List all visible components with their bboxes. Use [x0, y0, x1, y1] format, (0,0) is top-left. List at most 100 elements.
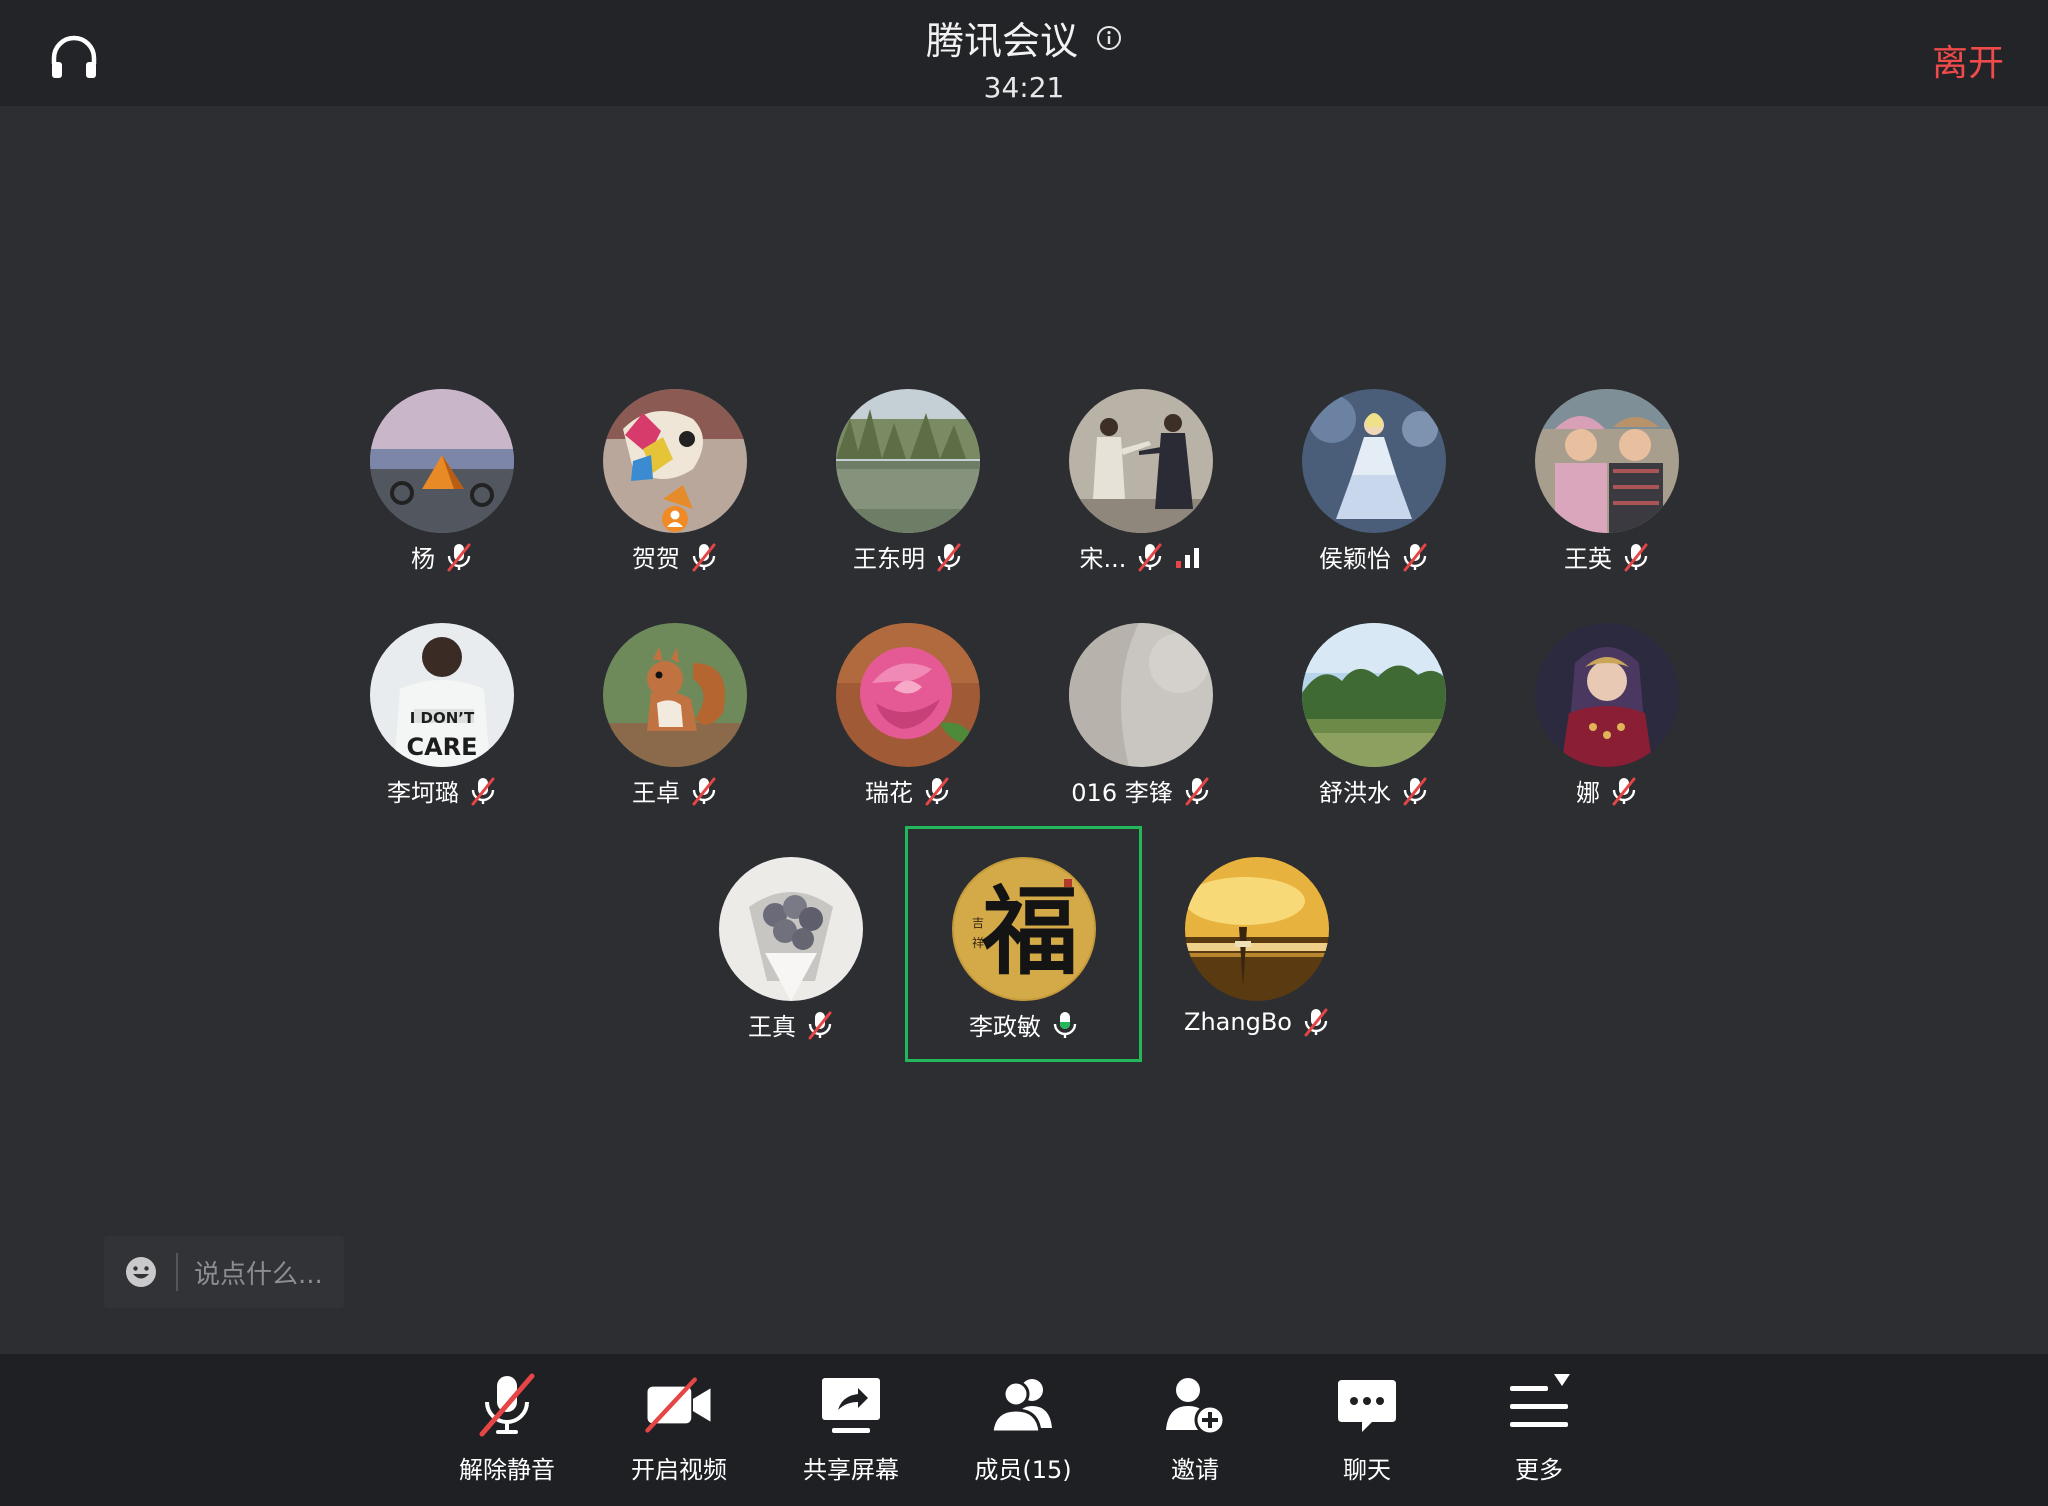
avatar [1302, 389, 1446, 533]
avatar [1069, 389, 1213, 533]
participant-tile[interactable]: 王卓 [575, 623, 775, 823]
share-screen-icon [822, 1378, 880, 1433]
participant-name: 王东明 [853, 545, 925, 573]
avatar [1302, 623, 1446, 767]
participant-tile[interactable]: 贺贺 [575, 389, 775, 589]
avatar [1535, 623, 1679, 767]
participant-name: 016 李锋 [1071, 779, 1173, 807]
active-speaker-frame [905, 826, 1142, 1062]
participant-name: 瑞花 [865, 779, 913, 807]
invite-button[interactable]: 邀请 [1125, 1370, 1265, 1500]
participant-tile[interactable]: 宋... [1041, 389, 1241, 589]
participant-name-row: 王东明 [808, 539, 1008, 574]
chat-divider [176, 1253, 178, 1291]
participant-name-row: 瑞花 [808, 773, 1008, 808]
svg-text:I DON’T: I DON’T [410, 709, 475, 727]
participant-name: ZhangBo [1184, 1008, 1292, 1036]
avatar: I DON’T CARE [370, 623, 514, 767]
participant-name: 王英 [1564, 545, 1612, 573]
participant-name-row: 宋... [1041, 539, 1241, 574]
video-off-icon [645, 1377, 711, 1433]
participant-tile[interactable]: 王英 [1507, 389, 1707, 589]
more-menu-icon [1510, 1374, 1570, 1427]
participant-name: 舒洪水 [1319, 779, 1391, 807]
participant-name: 贺贺 [632, 545, 680, 573]
chat-input[interactable]: 说点什么... [104, 1236, 344, 1308]
add-user-icon [1166, 1378, 1226, 1436]
participant-name: 杨 [411, 545, 435, 573]
mic-muted-icon [447, 543, 471, 571]
avatar [836, 389, 980, 533]
share-screen-button[interactable]: 共享屏幕 [781, 1370, 921, 1500]
participant-name-row: 杨 [342, 539, 542, 574]
participant-tile[interactable]: I DON’T CARE 李坷璐 [342, 623, 542, 823]
leave-button[interactable]: 离开 [1932, 34, 2004, 86]
mic-muted-icon [937, 543, 961, 571]
participant-name-row: 王卓 [575, 773, 775, 808]
mic-muted-icon [471, 777, 495, 805]
mic-muted-icon [925, 777, 949, 805]
chat-label: 聊天 [1343, 1456, 1391, 1484]
chat-button[interactable]: 聊天 [1297, 1370, 1437, 1500]
participant-tile[interactable]: 舒洪水 [1274, 623, 1474, 823]
chat-placeholder: 说点什么... [194, 1259, 323, 1290]
mic-muted-icon [692, 543, 716, 571]
mic-muted-icon [1185, 777, 1209, 805]
avatar [1185, 857, 1329, 1001]
meeting-timer: 34:21 [983, 71, 1065, 104]
start-video-label: 开启视频 [631, 1456, 727, 1484]
participant-name-row: 王英 [1507, 539, 1707, 574]
participant-name: 娜 [1576, 779, 1600, 807]
svg-text:CARE: CARE [406, 733, 477, 761]
participant-tile[interactable]: 杨 [342, 389, 542, 589]
avatar [1069, 623, 1213, 767]
participant-tile[interactable]: ZhangBo [1157, 857, 1357, 1057]
invite-label: 邀请 [1171, 1456, 1219, 1484]
participant-tile[interactable]: 016 李锋 [1041, 623, 1241, 823]
participant-name: 侯颖怡 [1319, 545, 1391, 573]
participant-name-row: 016 李锋 [1041, 773, 1241, 808]
signal-icon [1176, 547, 1200, 568]
emoji-icon[interactable] [124, 1255, 158, 1289]
start-video-button[interactable]: 开启视频 [609, 1370, 749, 1500]
host-badge-icon [662, 506, 688, 532]
mic-muted-icon [1612, 777, 1636, 805]
participant-tile[interactable]: 瑞花 [808, 623, 1008, 823]
avatar [836, 623, 980, 767]
participant-tile[interactable]: 侯颖怡 [1274, 389, 1474, 589]
members-label: 成员(15) [974, 1456, 1072, 1484]
mic-muted-icon [1304, 1008, 1328, 1037]
avatar [719, 857, 863, 1001]
participant-tile[interactable]: 娜 [1507, 623, 1707, 823]
mic-muted-icon [1138, 543, 1162, 571]
participant-name-row: 娜 [1507, 773, 1707, 808]
participant-tile[interactable]: 王东明 [808, 389, 1008, 589]
more-button[interactable]: 更多 [1469, 1370, 1609, 1500]
unmute-label: 解除静音 [459, 1456, 555, 1484]
members-icon [990, 1379, 1052, 1434]
mic-muted-icon [1403, 777, 1427, 805]
unmute-button[interactable]: 解除静音 [437, 1370, 577, 1500]
mic-muted-icon [692, 777, 716, 805]
share-screen-label: 共享屏幕 [803, 1456, 899, 1484]
avatar [370, 389, 514, 533]
mic-muted-icon [1624, 543, 1648, 571]
participant-name: 宋... [1079, 545, 1127, 573]
participant-name: 李坷璐 [387, 779, 459, 807]
mic-muted-icon [479, 1373, 535, 1437]
participant-tile[interactable]: 王真 [691, 857, 891, 1057]
bottom-toolbar: 解除静音 开启视频 共享屏幕 成员(15) 邀请 聊天 更多 [0, 1354, 2048, 1506]
mic-muted-icon [808, 1011, 832, 1039]
info-icon[interactable] [1096, 25, 1122, 51]
meeting-title-block: 腾讯会议 34:21 [0, 10, 2048, 104]
more-label: 更多 [1515, 1456, 1563, 1484]
participant-name: 王真 [748, 1013, 796, 1041]
top-bar: 腾讯会议 34:21 离开 [0, 0, 2048, 106]
participant-name: 王卓 [632, 779, 680, 807]
participant-name-row: 舒洪水 [1274, 773, 1474, 808]
participant-name-row: 李坷璐 [342, 773, 542, 808]
participant-name-row: 贺贺 [575, 539, 775, 574]
members-button[interactable]: 成员(15) [953, 1370, 1093, 1500]
participant-name-row: ZhangBo [1157, 1007, 1357, 1037]
avatar [1535, 389, 1679, 533]
